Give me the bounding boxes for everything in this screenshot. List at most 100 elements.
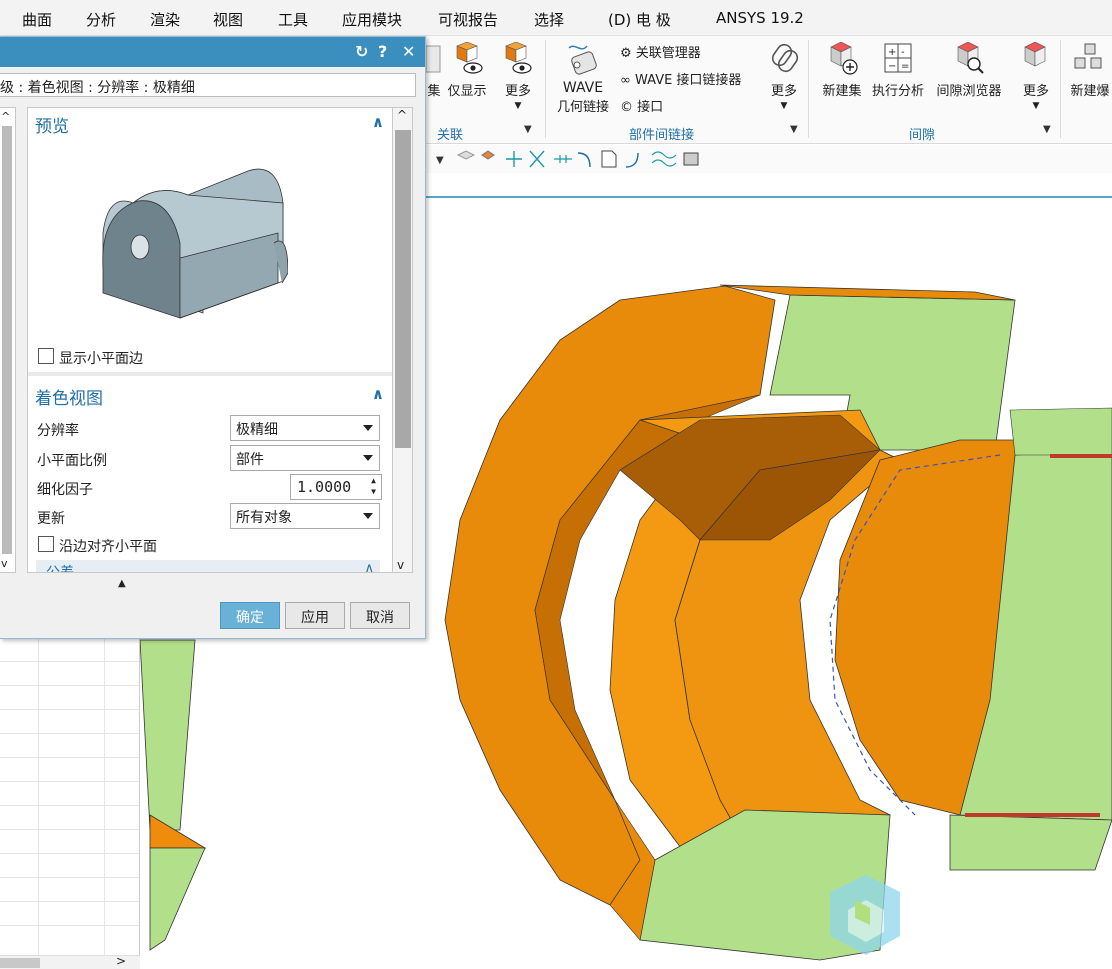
scroll-up-icon[interactable]: ^ — [1, 110, 10, 123]
new-explosion-button[interactable]: 新建爆 — [1068, 42, 1112, 99]
curve-snap-icon[interactable] — [651, 151, 677, 167]
menu-electrode[interactable]: (D) 电 极 — [608, 9, 671, 30]
menu-applications[interactable]: 应用模块 — [342, 9, 402, 30]
cancel-button[interactable]: 取消 — [350, 602, 410, 629]
menu-surface[interactable]: 曲面 — [22, 9, 52, 30]
face-snap-icon[interactable] — [601, 150, 617, 168]
refinement-factor-value[interactable]: 1.0000 — [297, 478, 351, 496]
clearance-group-dropdown-icon[interactable]: ▼ — [1043, 124, 1051, 135]
grid-row[interactable] — [0, 758, 139, 782]
collapse-panel-icon[interactable]: ▲ — [118, 578, 126, 589]
facet-scale-select[interactable]: 部件 — [230, 445, 380, 471]
chevron-down-icon: ▼ — [1032, 101, 1040, 111]
align-facets-checkbox[interactable] — [38, 536, 54, 552]
wave-geometry-link-button[interactable]: WAVE 几何链接 — [552, 40, 614, 115]
interface-icon: © — [620, 100, 633, 115]
scroll-up-icon[interactable]: ^ — [397, 108, 407, 122]
assoc-group-dropdown-icon[interactable]: ▼ — [524, 124, 532, 135]
dialog-title-bar[interactable]: ↻ ? ✕ — [0, 37, 425, 67]
dropdown-arrow-icon[interactable]: ▼ — [436, 155, 444, 166]
grid-horizontal-scrollbar[interactable]: > — [0, 954, 140, 969]
show-facet-edges-checkbox[interactable] — [38, 348, 54, 364]
chevron-down-icon: ▼ — [514, 101, 522, 111]
perform-analysis-button[interactable]: + - − = 执行分析 — [868, 42, 928, 99]
svg-text:-: - — [901, 47, 905, 58]
scroll-thumb[interactable] — [0, 958, 40, 968]
show-only-button[interactable]: 仅显示 — [444, 42, 490, 99]
point-snap-icon[interactable] — [506, 151, 522, 167]
grid-row[interactable] — [0, 686, 139, 710]
scroll-down-icon[interactable]: v — [1, 557, 8, 570]
close-icon[interactable]: ✕ — [402, 42, 415, 61]
category-tree-strip[interactable]: ^ v — [0, 107, 16, 573]
menu-ansys[interactable]: ANSYS 19.2 — [716, 9, 804, 27]
grid-row[interactable] — [0, 854, 139, 878]
scroll-right-arrow-icon[interactable]: > — [116, 954, 126, 968]
grid-row[interactable] — [0, 902, 139, 926]
clearance-browser-label: 间隙浏览器 — [936, 84, 1002, 99]
intersection-snap-icon[interactable] — [529, 150, 545, 168]
perform-analysis-icon: + - − = — [884, 43, 912, 73]
filter-settings-icon[interactable] — [683, 152, 699, 166]
collapse-shaded-view-icon[interactable]: ∧ — [372, 385, 384, 403]
resolution-select[interactable]: 极精细 — [230, 415, 380, 441]
shaded-view-section-title[interactable]: 着色视图 — [35, 384, 103, 409]
collapse-tolerance-icon[interactable]: ∧ — [364, 561, 374, 572]
assoc-group-label: 关联 — [437, 128, 464, 143]
grid-row[interactable] — [0, 662, 139, 686]
arc-center-snap-icon[interactable] — [577, 152, 591, 168]
menu-tools[interactable]: 工具 — [278, 9, 308, 30]
menu-render[interactable]: 渲染 — [150, 9, 180, 30]
grid-row[interactable] — [0, 830, 139, 854]
association-manager-button[interactable]: ⚙ 关联管理器 — [620, 42, 701, 61]
preview-section-title[interactable]: 预览 — [35, 112, 69, 137]
scroll-thumb[interactable] — [395, 130, 411, 448]
grid-row[interactable] — [0, 806, 139, 830]
tolerance-section-header[interactable]: 公差 ∧ — [36, 560, 380, 572]
apply-button[interactable]: 应用 — [285, 602, 345, 629]
menu-view[interactable]: 视图 — [213, 9, 243, 30]
spin-arrows-icon[interactable]: ▲ ▼ — [371, 475, 376, 497]
clearance-more-button[interactable]: 更多 ▼ — [1018, 42, 1054, 111]
scroll-thumb[interactable] — [2, 126, 12, 554]
customer-defaults-dialog: ↻ ? ✕ 级 : 着色视图 : 分辨率 : 极精细 ^ v 预览 ∧ 显示小平… — [0, 36, 426, 639]
reset-icon[interactable]: ↻ — [355, 42, 368, 61]
grid-row[interactable] — [0, 878, 139, 902]
menu-select[interactable]: 选择 — [534, 9, 564, 30]
assoc-more-button[interactable]: 更多 ▼ — [500, 42, 536, 111]
wave-interface-linker-button[interactable]: ∞ WAVE 接口链接器 — [620, 69, 741, 88]
preview-part-image — [102, 168, 288, 319]
new-set-button[interactable]: 新建集 — [817, 42, 867, 99]
collapse-preview-icon[interactable]: ∧ — [372, 113, 384, 131]
help-icon[interactable]: ? — [378, 42, 387, 61]
refinement-factor-stepper[interactable]: 1.0000 ▲ ▼ — [290, 474, 382, 500]
grid-row[interactable] — [0, 782, 139, 806]
more-icon — [505, 42, 532, 74]
interpart-more-button[interactable]: 更多 ▼ — [766, 40, 802, 111]
body-filter-icon[interactable] — [456, 150, 476, 160]
midpoint-snap-icon[interactable] — [554, 155, 572, 163]
tolerance-section-title[interactable]: 公差 — [46, 562, 74, 572]
menu-bar: 曲面 分析 渲染 视图 工具 应用模块 可视报告 选择 (D) 电 极 ANSY… — [0, 0, 1112, 36]
solid-filter-icon[interactable] — [481, 150, 495, 160]
new-set-icon — [830, 42, 858, 75]
svg-text:−: − — [888, 61, 896, 72]
interpart-group-dropdown-icon[interactable]: ▼ — [790, 124, 798, 135]
snap-toolbar-icons: ▼ — [436, 150, 699, 168]
wave-interface-icon: ∞ — [620, 73, 631, 88]
set-button[interactable]: 集 — [426, 42, 442, 99]
update-select[interactable]: 所有对象 — [230, 503, 380, 529]
clearance-browser-button[interactable]: 间隙浏览器 — [932, 42, 1006, 99]
scroll-down-icon[interactable]: v — [397, 558, 404, 572]
menu-visual-report[interactable]: 可视报告 — [438, 9, 498, 30]
grid-row[interactable] — [0, 638, 139, 662]
grid-row[interactable] — [0, 710, 139, 734]
facet-scale-label: 小平面比例 — [37, 453, 107, 469]
ok-button[interactable]: 确定 — [220, 602, 280, 629]
grid-row[interactable] — [0, 734, 139, 758]
interface-button[interactable]: © 接口 — [620, 96, 663, 115]
content-vertical-scrollbar[interactable]: ^ v — [393, 107, 413, 573]
tangent-snap-icon[interactable] — [625, 152, 639, 168]
resolution-value: 极精细 — [236, 422, 278, 438]
menu-analysis[interactable]: 分析 — [86, 9, 116, 30]
